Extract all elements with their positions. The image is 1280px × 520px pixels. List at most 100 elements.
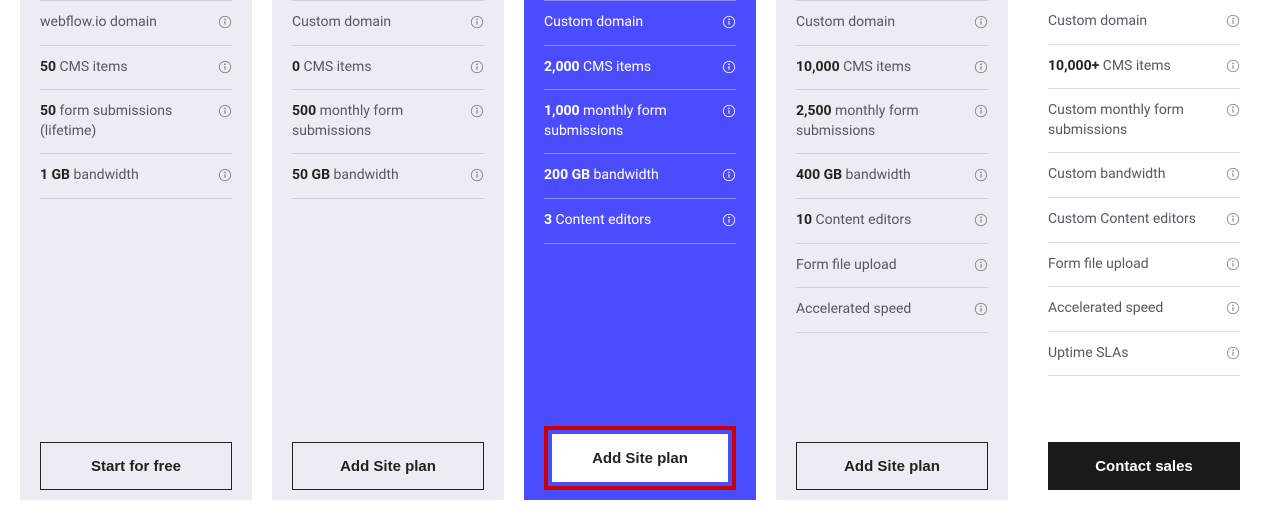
info-icon[interactable] [1226, 257, 1240, 271]
info-icon[interactable] [974, 302, 988, 316]
highlight-box: Add Site plan [544, 426, 736, 490]
plan-column-4: Custom domain 10,000+ CMS items Custom m… [1028, 0, 1260, 500]
feature-text: Custom bandwidth [1048, 165, 1226, 185]
feature-row: Accelerated speed [796, 287, 988, 333]
feature-row: Form file upload [1048, 242, 1240, 287]
cta-wrap: Add Site plan [292, 432, 484, 500]
feature-list: Custom domain 0 CMS items 500 monthly fo… [292, 0, 484, 432]
feature-text: 2,000 CMS items [544, 58, 722, 78]
feature-row: 400 GB bandwidth [796, 153, 988, 198]
info-icon[interactable] [974, 168, 988, 182]
feature-row: 200 GB bandwidth [544, 153, 736, 198]
feature-row: webflow.io domain [40, 0, 232, 45]
feature-text: 50 CMS items [40, 58, 218, 78]
feature-text: 500 monthly form submissions [292, 102, 470, 141]
info-icon[interactable] [722, 168, 736, 182]
feature-row: 50 GB bandwidth [292, 153, 484, 199]
plan-column-2: Custom domain 2,000 CMS items 1,000 mont… [524, 0, 756, 500]
feature-list: Custom domain 10,000+ CMS items Custom m… [1048, 0, 1240, 432]
info-icon[interactable] [470, 60, 484, 74]
feature-row: 1,000 monthly form submissions [544, 89, 736, 153]
feature-row: 2,500 monthly form submissions [796, 89, 988, 153]
info-icon[interactable] [470, 104, 484, 118]
feature-row: 2,000 CMS items [544, 45, 736, 90]
info-icon[interactable] [1226, 59, 1240, 73]
feature-text: 200 GB bandwidth [544, 166, 722, 186]
feature-row: Accelerated speed [1048, 286, 1240, 331]
feature-row: 500 monthly form submissions [292, 89, 484, 153]
info-icon[interactable] [974, 60, 988, 74]
feature-list: Custom domain 10,000 CMS items 2,500 mon… [796, 0, 988, 432]
add-site-plan-button[interactable]: Add Site plan [292, 442, 484, 490]
feature-row: Form file upload [796, 243, 988, 288]
info-icon[interactable] [722, 213, 736, 227]
info-icon[interactable] [470, 168, 484, 182]
add-site-plan-button[interactable]: Add Site plan [796, 442, 988, 490]
feature-text: Custom domain [1048, 12, 1226, 32]
feature-text: 10,000+ CMS items [1048, 57, 1226, 77]
info-icon[interactable] [1226, 103, 1240, 117]
feature-text: 50 form submissions (lifetime) [40, 102, 218, 141]
feature-row: Uptime SLAs [1048, 331, 1240, 377]
feature-list: webflow.io domain 50 CMS items 50 form s… [40, 0, 232, 432]
start-for-free-button[interactable]: Start for free [40, 442, 232, 490]
plan-column-3: Custom domain 10,000 CMS items 2,500 mon… [776, 0, 1008, 500]
feature-row: 10,000 CMS items [796, 45, 988, 90]
info-icon[interactable] [1226, 14, 1240, 28]
info-icon[interactable] [1226, 301, 1240, 315]
feature-row: 10 Content editors [796, 198, 988, 243]
add-site-plan-button[interactable]: Add Site plan [552, 434, 728, 482]
feature-text: Custom Content editors [1048, 210, 1226, 230]
feature-text: 1,000 monthly form submissions [544, 102, 722, 141]
feature-row: Custom domain [544, 0, 736, 45]
feature-row: Custom domain [292, 0, 484, 45]
feature-list: Custom domain 2,000 CMS items 1,000 mont… [544, 0, 736, 416]
feature-text: 400 GB bandwidth [796, 166, 974, 186]
info-icon[interactable] [1226, 167, 1240, 181]
info-icon[interactable] [1226, 346, 1240, 360]
info-icon[interactable] [974, 104, 988, 118]
feature-text: Accelerated speed [1048, 299, 1226, 319]
feature-text: 3 Content editors [544, 211, 722, 231]
info-icon[interactable] [722, 104, 736, 118]
info-icon[interactable] [218, 104, 232, 118]
feature-text: Custom monthly form submissions [1048, 101, 1226, 140]
plan-column-0: webflow.io domain 50 CMS items 50 form s… [20, 0, 252, 500]
feature-row: Custom domain [796, 0, 988, 45]
feature-row: 50 form submissions (lifetime) [40, 89, 232, 153]
feature-text: 50 GB bandwidth [292, 166, 470, 186]
feature-text: Accelerated speed [796, 300, 974, 320]
info-icon[interactable] [722, 15, 736, 29]
feature-row: 1 GB bandwidth [40, 153, 232, 199]
feature-text: Custom domain [292, 13, 470, 33]
feature-row: 0 CMS items [292, 45, 484, 90]
info-icon[interactable] [218, 15, 232, 29]
feature-text: Custom domain [544, 13, 722, 33]
info-icon[interactable] [218, 60, 232, 74]
feature-text: Form file upload [1048, 255, 1226, 275]
pricing-grid: webflow.io domain 50 CMS items 50 form s… [0, 0, 1280, 520]
feature-text: Uptime SLAs [1048, 344, 1226, 364]
info-icon[interactable] [974, 258, 988, 272]
feature-row: 10,000+ CMS items [1048, 44, 1240, 89]
feature-text: 1 GB bandwidth [40, 166, 218, 186]
plan-column-1: Custom domain 0 CMS items 500 monthly fo… [272, 0, 504, 500]
feature-text: Custom domain [796, 13, 974, 33]
feature-text: 10,000 CMS items [796, 58, 974, 78]
info-icon[interactable] [1226, 212, 1240, 226]
feature-text: 10 Content editors [796, 211, 974, 231]
info-icon[interactable] [974, 15, 988, 29]
feature-text: 2,500 monthly form submissions [796, 102, 974, 141]
info-icon[interactable] [218, 168, 232, 182]
info-icon[interactable] [722, 60, 736, 74]
feature-text: 0 CMS items [292, 58, 470, 78]
cta-wrap: Add Site plan [796, 432, 988, 500]
feature-row: Custom domain [1048, 0, 1240, 44]
feature-row: Custom monthly form submissions [1048, 88, 1240, 152]
feature-row: Custom Content editors [1048, 197, 1240, 242]
contact-sales-button[interactable]: Contact sales [1048, 442, 1240, 490]
cta-wrap: Start for free [40, 432, 232, 500]
feature-text: webflow.io domain [40, 13, 218, 33]
info-icon[interactable] [470, 15, 484, 29]
info-icon[interactable] [974, 213, 988, 227]
